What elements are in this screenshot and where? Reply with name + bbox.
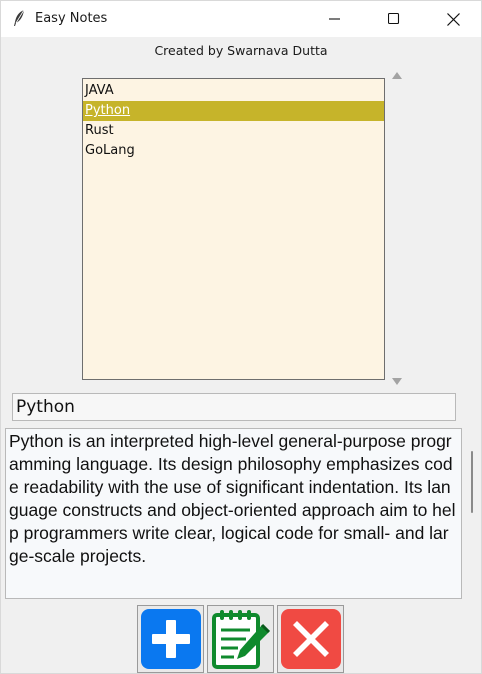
note-body-scrollbar[interactable] bbox=[464, 428, 480, 599]
maximize-icon bbox=[388, 13, 400, 25]
plus-icon bbox=[140, 609, 201, 669]
notepad-edit-icon bbox=[211, 610, 270, 669]
x-icon bbox=[280, 609, 341, 669]
notes-listbox[interactable]: JAVA Python Rust GoLang bbox=[82, 78, 385, 380]
scrollbar-thumb[interactable] bbox=[471, 451, 473, 513]
minimize-icon bbox=[329, 18, 340, 20]
app-window: Easy Notes Created by Swarnava Dutta JAV… bbox=[0, 0, 482, 674]
note-title-input[interactable] bbox=[12, 393, 456, 421]
window-title: Easy Notes bbox=[35, 11, 108, 26]
close-button[interactable] bbox=[430, 1, 476, 37]
scroll-up-arrow-icon[interactable] bbox=[392, 72, 402, 79]
note-body-textarea[interactable]: Python is an interpreted high-level gene… bbox=[5, 428, 462, 599]
title-bar[interactable]: Easy Notes bbox=[1, 1, 481, 37]
close-icon bbox=[446, 12, 460, 26]
list-scrollbar[interactable] bbox=[387, 67, 407, 387]
add-note-button[interactable] bbox=[137, 605, 204, 673]
maximize-button[interactable] bbox=[371, 1, 417, 37]
list-item[interactable]: Rust bbox=[83, 121, 384, 141]
list-item[interactable]: JAVA bbox=[83, 81, 384, 101]
list-item[interactable]: GoLang bbox=[83, 141, 384, 161]
minimize-button[interactable] bbox=[312, 1, 358, 37]
feather-icon bbox=[14, 9, 25, 26]
edit-note-button[interactable] bbox=[207, 605, 274, 673]
credit-label: Created by Swarnava Dutta bbox=[154, 43, 328, 58]
delete-note-button[interactable] bbox=[277, 605, 344, 673]
list-item-selected[interactable]: Python bbox=[83, 101, 384, 121]
scroll-down-arrow-icon[interactable] bbox=[392, 378, 402, 385]
